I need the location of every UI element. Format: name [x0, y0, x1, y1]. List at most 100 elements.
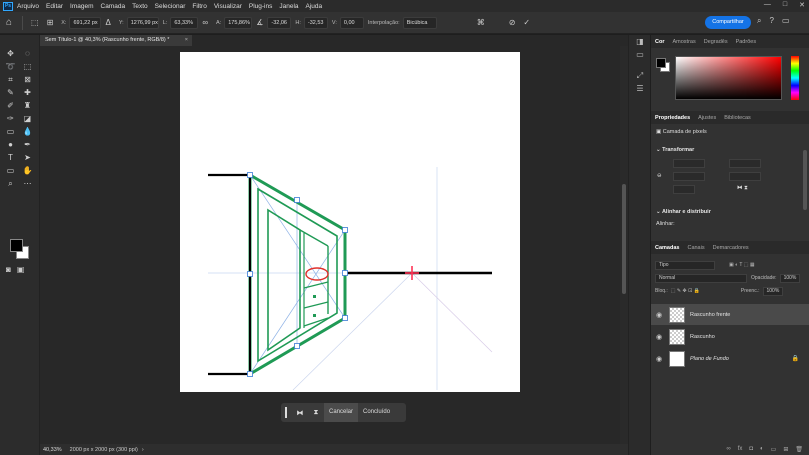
link-layers-icon[interactable]: ∞ — [726, 446, 730, 455]
help-icon[interactable]: ? — [769, 16, 773, 26]
adjustment-layer-icon[interactable]: ◐ — [760, 446, 764, 455]
fill-input[interactable]: 100% — [762, 286, 784, 296]
link-dimensions-icon[interactable]: ⊖ — [657, 173, 662, 179]
close-tab-icon[interactable]: × — [185, 35, 188, 46]
tab-swatches[interactable]: Amostras — [668, 39, 699, 45]
cancel-button[interactable]: Cancelar — [324, 403, 359, 422]
dodge-tool-icon[interactable]: ● — [4, 139, 17, 151]
menu-camada[interactable]: Camada — [101, 3, 126, 10]
zoom-tool-icon[interactable]: ⌕ — [4, 178, 17, 190]
transform-icon[interactable]: ⬚ — [31, 18, 39, 27]
document-tab[interactable]: Sem Título-1 @ 40,3% (Rascunho frente, R… — [40, 35, 192, 46]
brush-tool-icon[interactable]: ✐ — [4, 100, 17, 112]
lock-icons[interactable]: ⬚ ✎ ✥ ⊡ 🔒 — [671, 288, 700, 294]
hue-slider[interactable] — [791, 56, 799, 100]
eraser-tool-icon[interactable]: ◪ — [21, 113, 34, 125]
menu-arquivo[interactable]: Arquivo — [17, 3, 39, 10]
tab-gradients[interactable]: Degradês — [700, 39, 732, 45]
prop-height-field[interactable] — [673, 172, 705, 181]
quick-mask-icon[interactable]: ◙ — [6, 265, 11, 274]
new-group-icon[interactable]: ▭ — [771, 446, 777, 455]
flip-horizontal-icon[interactable]: ⧓ — [292, 409, 308, 417]
done-button[interactable]: Concluído — [358, 403, 395, 422]
filter-icons[interactable]: ▣ ◐ T ⬚ ▦ — [729, 262, 755, 268]
chevron-right-icon[interactable]: › — [142, 447, 144, 453]
mini-color-swatches[interactable] — [656, 58, 670, 72]
link-icon[interactable]: ∞ — [202, 18, 208, 27]
delete-layer-icon[interactable]: 🗑 — [795, 446, 803, 455]
foreground-color-chip[interactable] — [656, 58, 666, 68]
tab-adjustments[interactable]: Ajustes — [694, 115, 720, 121]
chevron-down-icon[interactable]: ⌄ — [656, 147, 661, 153]
tab-channels[interactable]: Canais — [683, 245, 708, 251]
blend-mode-select[interactable]: Normal — [655, 273, 747, 283]
object-select-tool-icon[interactable]: ⬚ — [21, 61, 34, 73]
minimize-icon[interactable]: — — [764, 1, 771, 9]
tab-layers[interactable]: Camadas — [651, 245, 683, 251]
document-canvas[interactable] — [180, 52, 520, 392]
add-mask-icon[interactable]: ◘ — [749, 446, 753, 455]
home-icon[interactable]: ⌂ — [0, 17, 18, 28]
comments-panel-icon[interactable]: ▭ — [629, 48, 651, 61]
menu-ajuda[interactable]: Ajuda — [306, 3, 323, 10]
history-brush-icon[interactable]: ✑ — [4, 113, 17, 125]
flip-icons[interactable]: ⧓ ⧗ — [737, 185, 748, 192]
canvas-area[interactable]: ⧓ ⧗ Cancelar Concluído — [40, 46, 620, 444]
menu-selecionar[interactable]: Selecionar — [155, 3, 186, 10]
eye-icon[interactable]: ◉ — [651, 333, 667, 341]
marquee-tool-icon[interactable]: ◌ — [21, 48, 34, 60]
healing-tool-icon[interactable]: ✚ — [21, 87, 34, 99]
menu-visualizar[interactable]: Visualizar — [214, 3, 242, 10]
hand-tool-icon[interactable]: ✋ — [21, 165, 34, 177]
brush-settings-icon[interactable]: ⤢ — [629, 69, 651, 82]
stamp-tool-icon[interactable]: ♜ — [21, 100, 34, 112]
flip-vertical-icon[interactable]: ⧗ — [308, 409, 324, 417]
rectangle-tool-icon[interactable]: ▭ — [4, 165, 17, 177]
screen-mode-icon[interactable]: ▣ — [17, 265, 25, 274]
adjust-panel-icon[interactable]: ☰ — [629, 82, 651, 95]
pen-tool-icon[interactable]: ✒ — [21, 139, 34, 151]
vskew-input[interactable]: 0,00 — [339, 16, 364, 29]
drag-handle[interactable] — [285, 407, 287, 418]
menu-janela[interactable]: Janela — [279, 3, 298, 10]
move-tool-icon[interactable]: ✥ — [4, 48, 17, 60]
close-icon[interactable]: ✕ — [799, 1, 805, 9]
cancel-transform-icon[interactable]: ⊘ — [509, 18, 516, 27]
frame-tool-icon[interactable]: ⊠ — [21, 74, 34, 86]
workspace-icon[interactable]: ▭ — [782, 16, 790, 26]
prop-y-field[interactable] — [729, 172, 761, 181]
tab-libraries[interactable]: Bibliotecas — [720, 115, 755, 121]
layer-row[interactable]: ◉ Rascunho frente — [651, 304, 809, 325]
layer-name[interactable]: Rascunho — [690, 334, 715, 340]
crop-tool-icon[interactable]: ⌗ — [4, 74, 17, 86]
menu-texto[interactable]: Texto — [132, 3, 148, 10]
tab-paths[interactable]: Demarcadores — [709, 245, 753, 251]
foreground-color-swatch[interactable] — [10, 239, 23, 252]
width-input[interactable]: 63,33% — [170, 16, 199, 29]
layer-name[interactable]: Plano de Fundo — [690, 356, 729, 362]
y-input[interactable]: 1276,99 px — [126, 16, 159, 29]
angle-input[interactable]: -32,06 — [267, 16, 292, 29]
document-info[interactable]: 2000 px x 2000 px (300 ppi) — [70, 447, 138, 453]
commit-transform-icon[interactable]: ✓ — [523, 18, 530, 27]
type-tool-icon[interactable]: T — [4, 152, 17, 164]
layer-row[interactable]: ◉ Plano de Fundo 🔒 — [651, 348, 809, 369]
eyedropper-tool-icon[interactable]: ✎ — [4, 87, 17, 99]
more-tools-icon[interactable]: ⋯ — [21, 178, 34, 190]
prop-angle-field[interactable] — [673, 185, 695, 194]
layer-name[interactable]: Rascunho frente — [690, 312, 730, 318]
tab-patterns[interactable]: Padrões — [732, 39, 761, 45]
layer-filter-input[interactable]: Tipo — [655, 260, 715, 270]
lasso-tool-icon[interactable]: ➰ — [4, 61, 17, 73]
scrollbar-thumb[interactable] — [622, 184, 626, 294]
history-panel-icon[interactable]: ◨ — [629, 35, 651, 48]
height-input[interactable]: 175,86% — [224, 16, 253, 29]
tab-color[interactable]: Cor — [651, 39, 668, 45]
new-layer-icon[interactable]: ⊞ — [783, 446, 788, 455]
canvas-scrollbar[interactable] — [620, 46, 628, 444]
hskew-input[interactable]: -32,53 — [303, 16, 328, 29]
interpolation-select[interactable]: Bicúbica — [402, 16, 437, 29]
search-icon[interactable]: ⌕ — [757, 16, 761, 26]
properties-scrollbar[interactable] — [803, 150, 807, 210]
prop-width-field[interactable] — [673, 159, 705, 168]
